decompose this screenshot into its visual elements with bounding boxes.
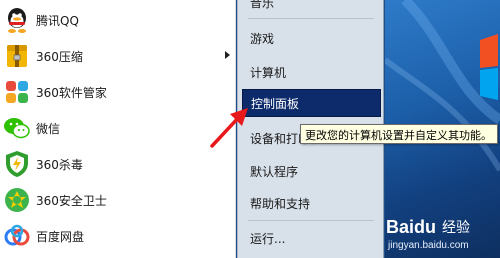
qq-icon [2,5,32,35]
red-arrow-icon [210,108,248,148]
menu-item-control-panel[interactable]: 控制面板 [242,89,381,117]
menu-item-label: 游戏 [250,31,275,46]
antivirus-shield-icon [2,149,32,179]
program-item-360-antivirus[interactable]: 360杀毒 [0,146,236,182]
program-label: 360软件管家 [36,85,107,100]
menu-separator [248,220,374,221]
software-manager-icon [2,77,32,107]
programs-pane: 腾讯QQ 360压缩 360软件管家 微信 360杀毒 360安全卫士 百度网盘 [0,0,236,258]
watermark-url: jingyan.baidu.com [388,240,469,251]
watermark-brand-cn: 经验 [442,220,470,236]
program-item-baidu-netdisk[interactable]: 百度网盘 [0,218,236,254]
menu-item-games[interactable]: 游戏 [242,24,381,52]
tooltip: 更改您的计算机设置并自定义其功能。 [300,124,498,144]
wechat-icon [2,113,32,143]
program-item-wechat[interactable]: 微信 [0,110,236,146]
watermark-brand: Baidu [386,217,436,237]
menu-item-music[interactable]: 音乐 [242,0,381,16]
menu-item-label: 运行... [250,231,286,246]
menu-item-label: 帮助和支持 [250,196,311,211]
program-label: 360压缩 [36,49,83,64]
program-label: 360安全卫士 [36,193,107,208]
program-item-360-security-guard[interactable]: 360安全卫士 [0,182,236,218]
program-item-qq[interactable]: 腾讯QQ [0,2,236,38]
menu-item-computer[interactable]: 计算机 [242,58,381,86]
program-label: 微信 [36,121,61,136]
archive-icon [2,41,32,71]
menu-item-run[interactable]: 运行... [242,224,381,252]
program-label: 360杀毒 [36,157,83,172]
menu-item-label: 音乐 [250,0,275,10]
program-label: 百度网盘 [36,229,85,244]
windows-logo-icon [480,34,498,100]
menu-item-label: 默认程序 [250,164,299,179]
program-item-360-software-manager[interactable]: 360软件管家 [0,74,236,110]
baidu-paw-logo-icon: Baidu [386,217,436,237]
menu-item-default-programs[interactable]: 默认程序 [242,157,381,185]
program-item-360-archive[interactable]: 360压缩 [0,38,236,74]
submenu-arrow-icon [225,51,230,59]
security-guard-icon [2,185,32,215]
menu-separator [248,18,374,19]
menu-item-label: 控制面板 [251,96,300,111]
cloud-drive-icon [2,221,32,251]
menu-item-help-and-support[interactable]: 帮助和支持 [242,189,381,217]
menu-item-label: 计算机 [250,65,287,80]
program-label: 腾讯QQ [36,13,79,28]
